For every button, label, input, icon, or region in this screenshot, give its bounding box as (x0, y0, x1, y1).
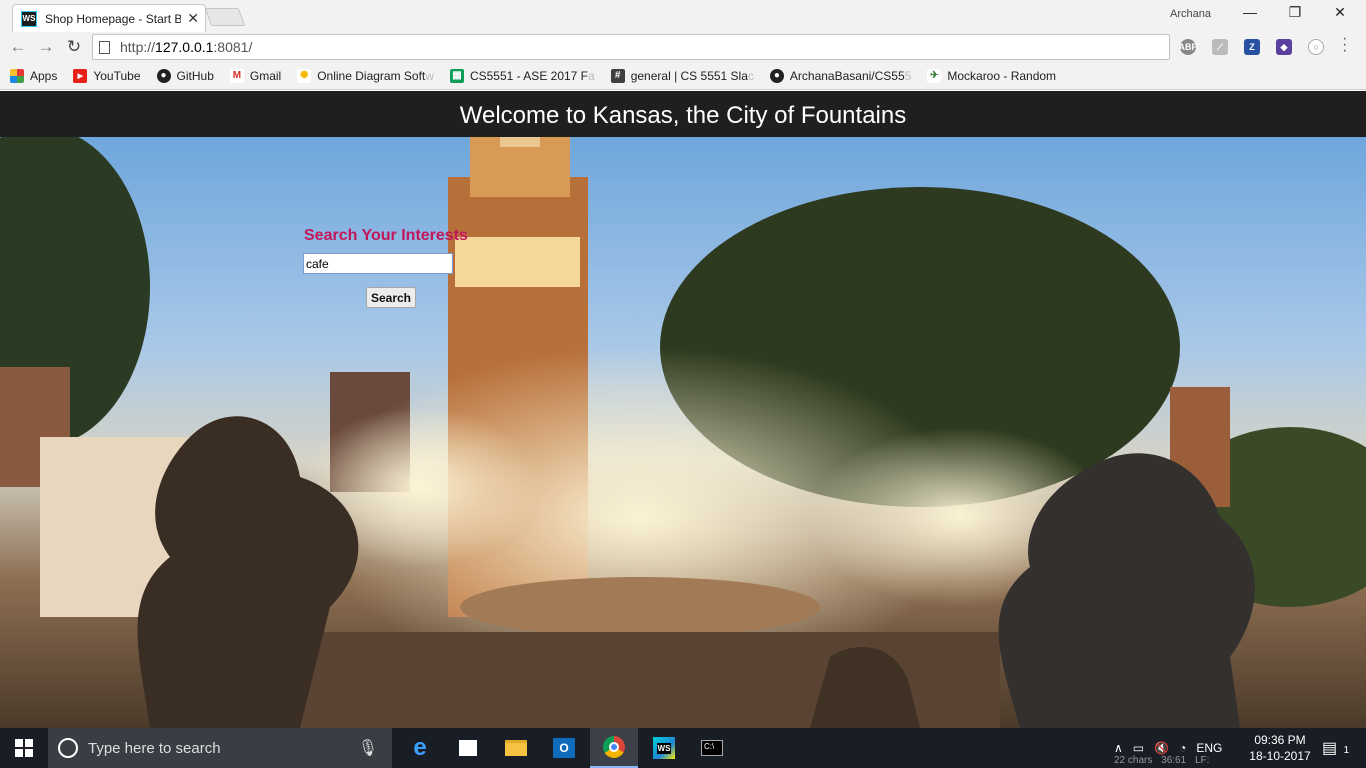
action-center-icon[interactable]: ▤ 1 (1322, 738, 1349, 758)
command-prompt-icon: C:\ (701, 740, 723, 756)
restore-icon[interactable]: ❐ (1285, 4, 1305, 21)
fountain-background-image: Search Your Interests Search (0, 137, 1366, 728)
extension-circle-icon[interactable]: ○ (1308, 39, 1324, 55)
taskbar-store[interactable] (444, 728, 492, 768)
zotero-icon[interactable]: Z (1244, 39, 1260, 55)
chrome-icon (603, 736, 625, 758)
search-heading: Search Your Interests (304, 227, 468, 244)
search-button[interactable]: Search (366, 287, 416, 308)
github-icon: ● (156, 68, 171, 83)
taskbar-file-explorer[interactable] (492, 728, 540, 768)
taskbar-search-placeholder: Type here to search (88, 739, 221, 757)
bookmark-gmail[interactable]: M Gmail (229, 68, 281, 83)
site-header: Welcome to Kansas, the City of Fountains (0, 91, 1366, 137)
taskbar-cmd[interactable]: C:\ (688, 728, 736, 768)
clock-date: 18-10-2017 (1249, 749, 1311, 763)
taskbar-clock[interactable]: 09:36 PM 18-10-2017 (1244, 732, 1316, 764)
url-text: http://127.0.0.1:8081/ (120, 39, 253, 55)
apps-grid-icon (10, 68, 24, 83)
page-info-icon[interactable] (99, 40, 110, 54)
github-icon: ● (769, 68, 784, 83)
browser-menu-icon[interactable]: · · · (1342, 31, 1347, 59)
taskbar-edge[interactable]: e (396, 728, 444, 768)
start-button[interactable] (0, 728, 48, 768)
profile-name[interactable]: Archana (1170, 8, 1211, 20)
tab-close-icon[interactable]: ✕ (187, 10, 199, 27)
taskbar-outlook[interactable]: O (540, 728, 588, 768)
editor-status-strip: 22 chars 36:61 LF: (1114, 755, 1210, 766)
bookmark-diagram[interactable]: ✺ Online Diagram Soft w (297, 68, 434, 83)
lightbulb-icon: ✺ (297, 68, 312, 83)
notification-badge: 1 (1343, 745, 1350, 756)
pdf-extension-icon[interactable]: ⟋ (1212, 39, 1228, 55)
language-indicator[interactable]: ENG (1196, 741, 1222, 755)
edge-icon: e (413, 734, 427, 761)
navigation-bar: ← → ↻ http://127.0.0.1:8081/ ABP ⟋ Z ◆ ○… (0, 31, 1366, 62)
web-page: Welcome to Kansas, the City of Fountains (0, 91, 1366, 728)
minimize-icon[interactable]: — (1240, 4, 1260, 20)
browser-tab[interactable]: WS Shop Homepage - Start B ✕ (12, 4, 206, 32)
webstorm-icon: WS (653, 737, 675, 759)
bookmarks-bar: Apps ▶ YouTube ● GitHub M Gmail ✺ Online… (0, 62, 1366, 90)
battery-icon[interactable]: ▭ (1133, 741, 1144, 755)
address-bar[interactable]: http://127.0.0.1:8081/ (92, 34, 1170, 60)
cortana-icon (58, 738, 78, 758)
taskbar-webstorm[interactable]: WS (640, 728, 688, 768)
show-hidden-icons-icon[interactable]: ∧ (1114, 741, 1123, 755)
page-title: Welcome to Kansas, the City of Fountains (459, 102, 907, 129)
extension-icon[interactable]: ◆ (1276, 39, 1292, 55)
bookmark-github[interactable]: ● GitHub (156, 68, 214, 83)
bookmark-slack[interactable]: # general | CS 5551 Sla c (610, 68, 754, 83)
gmail-icon: M (229, 68, 244, 83)
forward-icon[interactable]: → (36, 37, 56, 57)
outlook-icon: O (553, 738, 575, 758)
store-icon (459, 740, 477, 756)
webstorm-favicon-icon: WS (21, 10, 37, 27)
clock-time: 09:36 PM (1254, 733, 1306, 747)
reload-icon[interactable]: ↻ (64, 37, 84, 57)
bookmark-github-repo[interactable]: ● ArchanaBasani/CS55 5 (769, 68, 911, 83)
bookmark-mockaroo[interactable]: ✈ Mockaroo - Random (927, 68, 1056, 83)
sheets-icon: ▦ (449, 68, 464, 83)
new-tab-button[interactable] (204, 8, 246, 26)
wifi-icon[interactable]: ◔ (1179, 741, 1186, 755)
slack-icon: # (610, 68, 625, 83)
windows-taskbar: Type here to search 🎙 e O WS C:\ ∧ ▭ 🔇 ◔… (0, 728, 1366, 768)
youtube-icon: ▶ (73, 68, 88, 83)
windows-logo-icon (15, 739, 33, 757)
tab-strip: WS Shop Homepage - Start B ✕ Archana — ❐… (0, 0, 1366, 32)
folder-icon (505, 740, 527, 756)
back-icon[interactable]: ← (8, 37, 28, 57)
search-input[interactable] (303, 253, 453, 274)
mockaroo-icon: ✈ (927, 68, 942, 83)
taskbar-chrome[interactable] (590, 728, 638, 768)
microphone-icon[interactable]: 🎙 (358, 738, 378, 758)
bookmark-youtube[interactable]: ▶ YouTube (73, 68, 141, 83)
fountain-scene-illustration (0, 137, 1366, 728)
volume-muted-icon[interactable]: 🔇 (1154, 741, 1169, 755)
adblock-icon[interactable]: ABP (1179, 39, 1198, 55)
bookmark-sheets[interactable]: ▦ CS5551 - ASE 2017 Fa (449, 68, 595, 83)
tab-title: Shop Homepage - Start B (45, 11, 182, 26)
bookmark-apps[interactable]: Apps (10, 68, 57, 83)
taskbar-search-box[interactable]: Type here to search 🎙 (48, 728, 392, 768)
close-window-icon[interactable]: ✕ (1330, 4, 1350, 21)
